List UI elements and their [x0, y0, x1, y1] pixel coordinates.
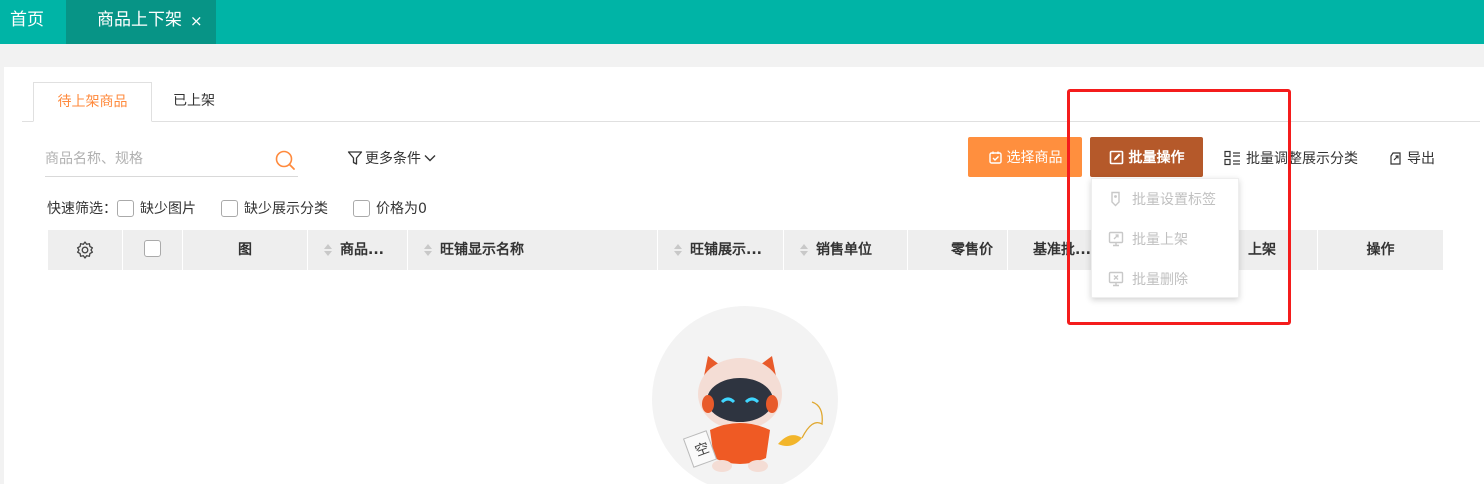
search-icon[interactable]	[274, 149, 296, 171]
menu-item-batch-list-label: 批量上架	[1132, 232, 1188, 248]
list-icon	[1224, 150, 1240, 166]
subtab-divider	[22, 121, 1480, 122]
filter-price-zero[interactable]: 价格为0	[353, 198, 427, 218]
quick-filter: 快速筛选： 缺少图片 缺少展示分类 价格为0	[47, 197, 427, 219]
check-square-icon	[988, 151, 1002, 164]
select-all-checkbox[interactable]	[144, 239, 161, 257]
more-conditions-button[interactable]: 更多条件	[347, 147, 437, 169]
edit-icon	[1109, 150, 1123, 164]
filter-missing-image-label: 缺少图片	[140, 201, 196, 217]
sort-icon[interactable]	[424, 243, 432, 257]
gear-icon[interactable]	[75, 240, 95, 260]
menu-item-batch-set-tag-label: 批量设置标签	[1132, 192, 1216, 208]
checkbox[interactable]	[353, 199, 370, 217]
export-icon	[1390, 151, 1401, 165]
shelf-up-icon	[1108, 231, 1124, 247]
export-label: 导出	[1407, 151, 1435, 167]
tab-home[interactable]: 首页	[0, 0, 66, 44]
menu-item-batch-delete-label: 批量删除	[1132, 272, 1188, 288]
menu-item-batch-list[interactable]: 批量上架	[1092, 219, 1240, 259]
column-shop-display-category[interactable]: 旺铺展示...	[658, 230, 784, 270]
batch-adjust-category-label: 批量调整展示分类	[1246, 151, 1358, 167]
top-nav-bar: 首页 商品上下架 ×	[0, 0, 1484, 44]
select-all-column	[123, 230, 183, 270]
filter-missing-category-label: 缺少展示分类	[244, 201, 328, 217]
column-image: 图	[183, 230, 308, 270]
column-shop-display-category-label: 旺铺展示...	[690, 242, 762, 258]
menu-item-batch-delete[interactable]: 批量删除	[1092, 259, 1240, 299]
column-shop-display-name[interactable]: 旺铺显示名称	[408, 230, 658, 270]
tab-product-listing-label: 商品上下架	[97, 10, 182, 30]
column-sales-unit-label: 销售单位	[816, 242, 872, 258]
column-shop-display-name-label: 旺铺显示名称	[440, 242, 524, 258]
batch-operations-menu: 批量设置标签 批量上架 批量删除	[1091, 178, 1239, 298]
delete-icon	[1108, 271, 1124, 287]
column-product[interactable]: 商品...	[308, 230, 408, 270]
column-product-label: 商品...	[340, 242, 384, 258]
batch-operations-button[interactable]: 批量操作	[1090, 137, 1203, 177]
quick-filter-label: 快速筛选：	[47, 201, 117, 217]
batch-adjust-category-button[interactable]: 批量调整展示分类	[1224, 147, 1358, 169]
more-conditions-label: 更多条件	[365, 151, 421, 167]
filter-icon	[347, 151, 363, 165]
filter-price-zero-label: 价格为0	[376, 201, 427, 217]
menu-item-batch-set-tag[interactable]: 批量设置标签	[1092, 179, 1240, 219]
subtab-listed[interactable]: 已上架	[173, 82, 215, 122]
sort-icon[interactable]	[324, 243, 332, 257]
sort-icon[interactable]	[800, 243, 808, 257]
tab-product-listing[interactable]: 商品上下架 ×	[66, 0, 216, 44]
select-goods-label: 选择商品	[1006, 150, 1063, 166]
checkbox[interactable]	[221, 199, 238, 217]
export-button[interactable]: 导出	[1388, 147, 1435, 169]
subtab-pending[interactable]: 待上架商品	[33, 82, 152, 122]
column-retail-price: 零售价	[908, 230, 1008, 270]
tag-icon	[1111, 191, 1120, 207]
checkbox[interactable]	[117, 199, 134, 217]
search-box	[45, 143, 298, 177]
select-goods-button[interactable]: 选择商品	[968, 137, 1082, 177]
chevron-down-icon	[424, 155, 436, 162]
column-actions: 操作	[1366, 242, 1395, 258]
empty-state-illustration: 空	[652, 306, 838, 484]
sort-icon[interactable]	[674, 243, 682, 257]
close-icon[interactable]: ×	[190, 0, 203, 42]
batch-operations-label: 批量操作	[1128, 150, 1185, 166]
column-sales-unit[interactable]: 销售单位	[784, 230, 908, 270]
robot-mascot-icon	[682, 356, 823, 472]
column-settings[interactable]	[48, 230, 123, 270]
search-input[interactable]	[45, 143, 265, 175]
filter-missing-image[interactable]: 缺少图片	[117, 198, 196, 218]
filter-missing-category[interactable]: 缺少展示分类	[221, 198, 328, 218]
